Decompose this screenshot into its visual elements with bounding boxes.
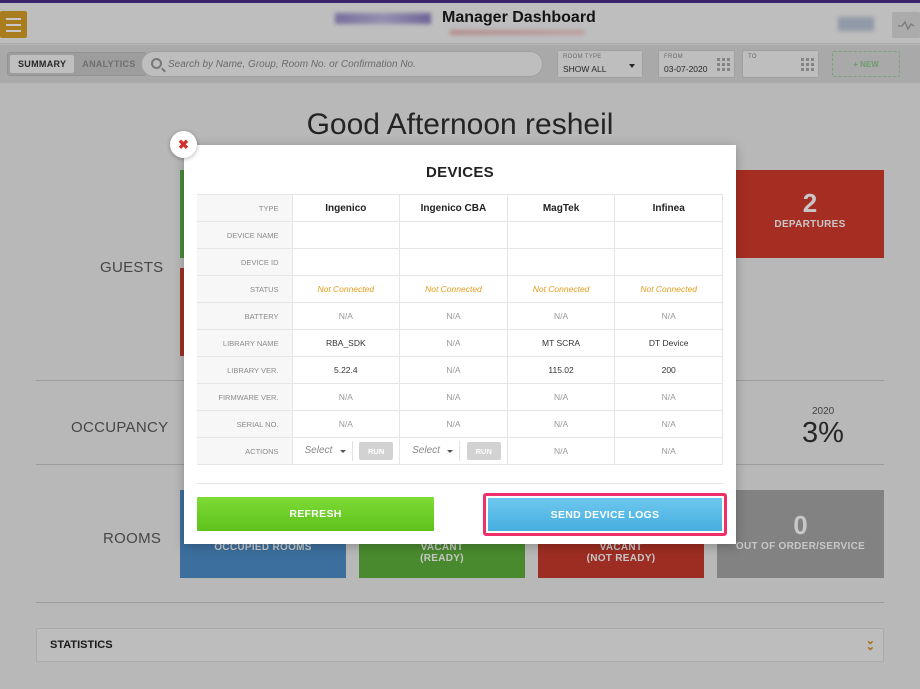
table-cell: N/A (614, 302, 723, 330)
table-cell: N/A (399, 410, 508, 438)
table-cell: N/A (614, 437, 723, 465)
table-cell: 115.02 (506, 356, 616, 384)
row-label: FIRMWARE VER. (197, 383, 293, 411)
divider (197, 483, 723, 484)
table-cell: N/A (506, 383, 616, 411)
table-cell: N/A (399, 329, 508, 357)
row-label: LIBRARY NAME (197, 329, 293, 357)
column-header: Infinea (614, 194, 723, 222)
table-row: SERIAL NO. N/A N/A N/A N/A (197, 410, 723, 438)
table-cell: N/A (291, 410, 401, 438)
actions-cell: Select RUN (399, 437, 508, 465)
table-row: LIBRARY VER. 5.22.4 N/A 115.02 200 (197, 356, 723, 384)
table-row: DEVICE NAME (197, 221, 723, 249)
action-select[interactable]: Select (299, 441, 353, 461)
actions-row: ACTIONS Select RUN Select RUN N/A N/A (197, 437, 723, 465)
table-row: FIRMWARE VER. N/A N/A N/A N/A (197, 383, 723, 411)
status-cell: Not Connected (614, 275, 723, 303)
row-label: STATUS (197, 275, 293, 303)
table-cell (614, 248, 723, 276)
table-row: STATUS Not Connected Not Connected Not C… (197, 275, 723, 303)
table-cell: N/A (506, 410, 616, 438)
table-header-row: TYPE Ingenico Ingenico CBA MagTek Infine… (197, 194, 723, 222)
table-cell (506, 221, 616, 249)
table-cell: N/A (614, 410, 723, 438)
table-cell (291, 221, 401, 249)
table-cell (291, 248, 401, 276)
table-cell: N/A (399, 356, 508, 384)
action-select[interactable]: Select (406, 441, 461, 461)
close-icon[interactable]: ✖ (170, 131, 197, 158)
table-cell: 5.22.4 (291, 356, 401, 384)
table-cell: N/A (614, 383, 723, 411)
table-row: LIBRARY NAME RBA_SDK N/A MT SCRA DT Devi… (197, 329, 723, 357)
table-cell (614, 221, 723, 249)
table-row: DEVICE ID (197, 248, 723, 276)
row-label: ACTIONS (197, 437, 293, 465)
table-cell: RBA_SDK (291, 329, 401, 357)
row-label: BATTERY (197, 302, 293, 330)
run-button[interactable]: RUN (466, 442, 501, 460)
refresh-button[interactable]: REFRESH (197, 497, 434, 531)
row-label: TYPE (197, 194, 293, 222)
row-label: LIBRARY VER. (197, 356, 293, 384)
table-cell: N/A (506, 437, 616, 465)
table-cell (399, 221, 508, 249)
row-label: DEVICE NAME (197, 221, 293, 249)
table-cell: N/A (506, 302, 616, 330)
table-cell (399, 248, 508, 276)
column-header: Ingenico (291, 194, 401, 222)
highlight-box: SEND DEVICE LOGS (483, 493, 727, 536)
status-cell: Not Connected (399, 275, 508, 303)
run-button[interactable]: RUN (359, 442, 394, 460)
modal-title: DEVICES (426, 164, 494, 181)
status-cell: Not Connected (506, 275, 616, 303)
devices-modal: DEVICES TYPE Ingenico Ingenico CBA MagTe… (184, 145, 736, 544)
send-device-logs-button[interactable]: SEND DEVICE LOGS (488, 498, 722, 531)
table-cell (506, 248, 616, 276)
row-label: SERIAL NO. (197, 410, 293, 438)
devices-table: TYPE Ingenico Ingenico CBA MagTek Infine… (197, 194, 723, 465)
table-cell: N/A (399, 302, 508, 330)
actions-cell: Select RUN (291, 437, 401, 465)
table-cell: N/A (291, 302, 401, 330)
table-cell: N/A (291, 383, 401, 411)
table-row: BATTERY N/A N/A N/A N/A (197, 302, 723, 330)
table-cell: DT Device (614, 329, 723, 357)
table-cell: MT SCRA (506, 329, 616, 357)
column-header: MagTek (506, 194, 616, 222)
table-cell: N/A (399, 383, 508, 411)
table-cell: 200 (614, 356, 723, 384)
status-cell: Not Connected (291, 275, 401, 303)
row-label: DEVICE ID (197, 248, 293, 276)
column-header: Ingenico CBA (399, 194, 508, 222)
